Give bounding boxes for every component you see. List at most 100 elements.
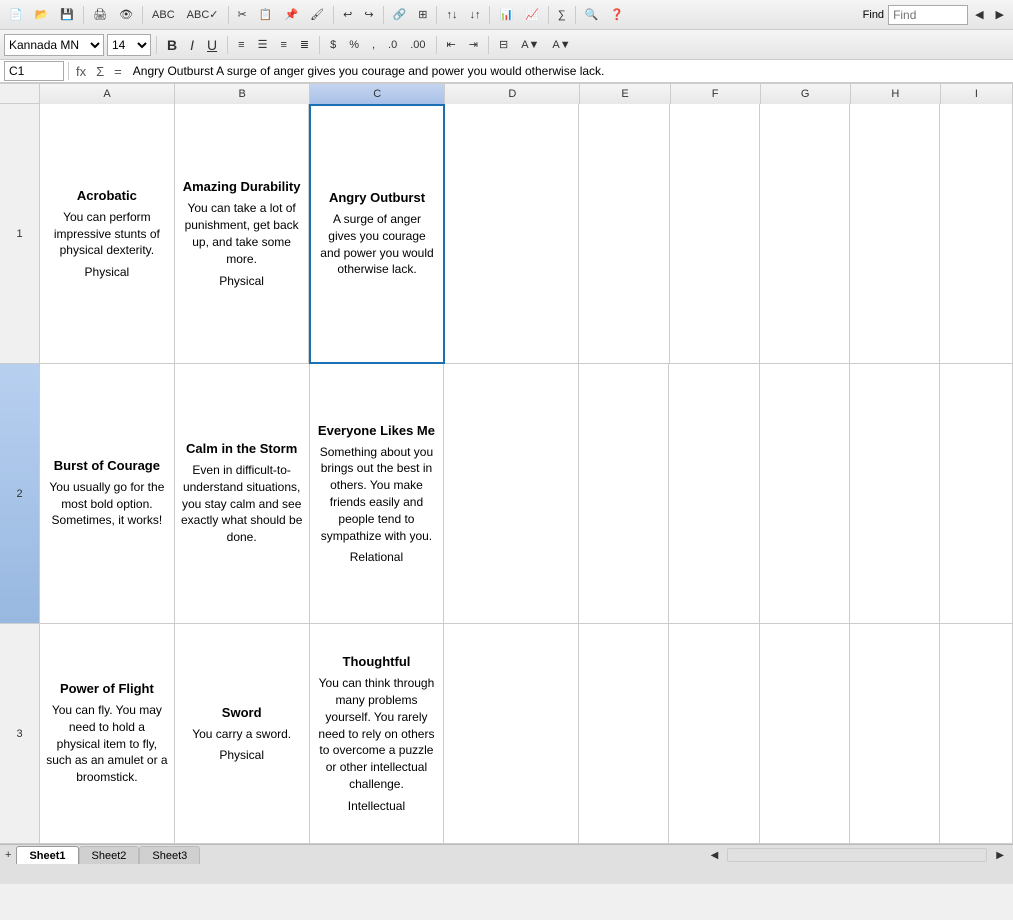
cell-i1[interactable] [940, 104, 1013, 364]
decimal-inc-btn[interactable]: .0 [383, 34, 402, 56]
col-header-b[interactable]: B [175, 84, 310, 104]
new-btn[interactable]: 📄 [4, 4, 28, 26]
bg-color-btn[interactable]: A▼ [516, 34, 544, 56]
copy-btn[interactable]: 📋 [254, 4, 278, 26]
help-btn[interactable]: ❓ [605, 4, 629, 26]
indent-inc-btn[interactable]: ⇥ [464, 34, 483, 56]
col-header-f[interactable]: F [671, 84, 761, 104]
chart2-btn[interactable]: 📈 [520, 4, 544, 26]
paste-btn[interactable]: 📌 [279, 4, 303, 26]
cell-a3-inner: Power of Flight You can fly. You may nee… [46, 681, 168, 786]
cell-d2[interactable] [444, 364, 579, 624]
formula-btn[interactable]: ∑ [553, 4, 571, 26]
comma-btn[interactable]: , [367, 34, 380, 56]
align-center-btn[interactable]: ☰ [253, 34, 273, 56]
decimal-dec-btn[interactable]: .00 [405, 34, 430, 56]
italic-button[interactable]: I [185, 34, 199, 56]
equals-icon[interactable]: = [111, 64, 125, 79]
cell-i2[interactable] [940, 364, 1013, 624]
col-header-h[interactable]: H [851, 84, 941, 104]
cell-reference-box[interactable] [4, 61, 64, 81]
align-right-btn[interactable]: ≡ [275, 34, 291, 56]
spell-btn[interactable]: ABC [147, 4, 180, 26]
horizontal-scrollbar[interactable] [727, 848, 987, 862]
spell2-btn[interactable]: ABC✓ [182, 4, 224, 26]
cell-a3[interactable]: Power of Flight You can fly. You may nee… [40, 624, 175, 844]
justify-btn[interactable]: ≣ [295, 34, 314, 56]
open-btn[interactable]: 📂 [30, 4, 54, 26]
sheet-tab-2[interactable]: Sheet2 [79, 846, 140, 864]
cell-d1[interactable] [445, 104, 580, 364]
table-btn[interactable]: ⊞ [413, 4, 432, 26]
sort-asc-btn[interactable]: ↑↓ [441, 4, 462, 26]
scroll-right-btn[interactable]: ▶ [991, 844, 1009, 866]
hyperlink-btn[interactable]: 🔗 [388, 4, 412, 26]
cell-f3[interactable] [669, 624, 759, 844]
cell-b3[interactable]: Sword You carry a sword. Physical [175, 624, 310, 844]
bold-button[interactable]: B [162, 34, 182, 56]
cell-f2[interactable] [669, 364, 759, 624]
redo-btn[interactable]: ↪ [359, 4, 378, 26]
cell-b2[interactable]: Calm in the Storm Even in difficult-to-u… [175, 364, 310, 624]
preview-btn[interactable]: 👁 [114, 4, 138, 26]
cell-c3[interactable]: Thoughtful You can think through many pr… [310, 624, 445, 844]
add-sheet-btn[interactable]: + [0, 844, 16, 866]
cell-c2[interactable]: Everyone Likes Me Something about you br… [310, 364, 445, 624]
row-num-2[interactable]: 2 [0, 364, 40, 624]
scroll-left-btn[interactable]: ◀ [706, 844, 724, 866]
font-color-btn[interactable]: A▼ [547, 34, 575, 56]
print-btn[interactable]: 🖨 [88, 4, 112, 26]
cell-b1[interactable]: Amazing Durability You can take a lot of… [175, 104, 310, 364]
save-btn[interactable]: 💾 [55, 4, 79, 26]
find-input[interactable] [888, 5, 968, 25]
cell-a1[interactable]: Acrobatic You can perform impressive stu… [40, 104, 175, 364]
sum-icon[interactable]: Σ [93, 64, 107, 79]
col-header-d[interactable]: D [445, 84, 580, 104]
chart-btn[interactable]: 📊 [494, 4, 518, 26]
cell-a2[interactable]: Burst of Courage You usually go for the … [40, 364, 175, 624]
sheet-tab-1[interactable]: Sheet1 [16, 846, 78, 864]
percent-btn[interactable]: % [344, 34, 364, 56]
toolbar-row2: Kannada MN 14 B I U ≡ ☰ ≡ ≣ $ % , .0 .00… [0, 30, 1013, 60]
format-btn[interactable]: 🖌 [305, 4, 329, 26]
currency-btn[interactable]: $ [325, 34, 341, 56]
cell-h1[interactable] [850, 104, 940, 364]
cell-e2[interactable] [579, 364, 669, 624]
cell-c1-title: Angry Outburst [329, 190, 425, 205]
cell-e3[interactable] [579, 624, 669, 844]
cut-btn[interactable]: ✂ [233, 4, 252, 26]
cell-i3[interactable] [940, 624, 1013, 844]
sheet-tab-3[interactable]: Sheet3 [139, 846, 200, 864]
indent-dec-btn[interactable]: ⇤ [442, 34, 461, 56]
fx-icon[interactable]: fx [73, 64, 89, 79]
cell-c1-inner: Angry Outburst A surge of anger gives yo… [317, 190, 436, 278]
underline-button[interactable]: U [202, 34, 222, 56]
row-num-3[interactable]: 3 [0, 624, 40, 844]
cell-h3[interactable] [850, 624, 940, 844]
sort-desc-btn[interactable]: ↓↑ [464, 4, 485, 26]
zoom-btn[interactable]: 🔍 [580, 4, 604, 26]
cell-c1-desc: A surge of anger gives you courage and p… [317, 211, 436, 278]
border-btn[interactable]: ⊟ [494, 34, 513, 56]
cell-g1[interactable] [760, 104, 850, 364]
col-header-g[interactable]: G [761, 84, 851, 104]
find-next-btn[interactable]: ▶ [991, 4, 1009, 26]
col-header-c[interactable]: C [310, 84, 445, 104]
font-selector[interactable]: Kannada MN [4, 34, 104, 56]
col-header-i[interactable]: I [941, 84, 1013, 104]
cell-h2[interactable] [850, 364, 940, 624]
col-header-e[interactable]: E [580, 84, 670, 104]
undo-btn[interactable]: ↩ [338, 4, 357, 26]
font-size-selector[interactable]: 14 [107, 34, 151, 56]
cell-g3[interactable] [760, 624, 850, 844]
cell-f1[interactable] [670, 104, 760, 364]
cell-b2-desc: Even in difficult-to-understand situatio… [181, 462, 303, 546]
row-num-1[interactable]: 1 [0, 104, 40, 364]
col-header-a[interactable]: A [40, 84, 175, 104]
cell-e1[interactable] [579, 104, 669, 364]
find-prev-btn[interactable]: ◀ [970, 4, 988, 26]
cell-d3[interactable] [444, 624, 579, 844]
cell-g2[interactable] [760, 364, 850, 624]
align-left-btn[interactable]: ≡ [233, 34, 249, 56]
cell-c1[interactable]: Angry Outburst A surge of anger gives yo… [309, 104, 444, 364]
